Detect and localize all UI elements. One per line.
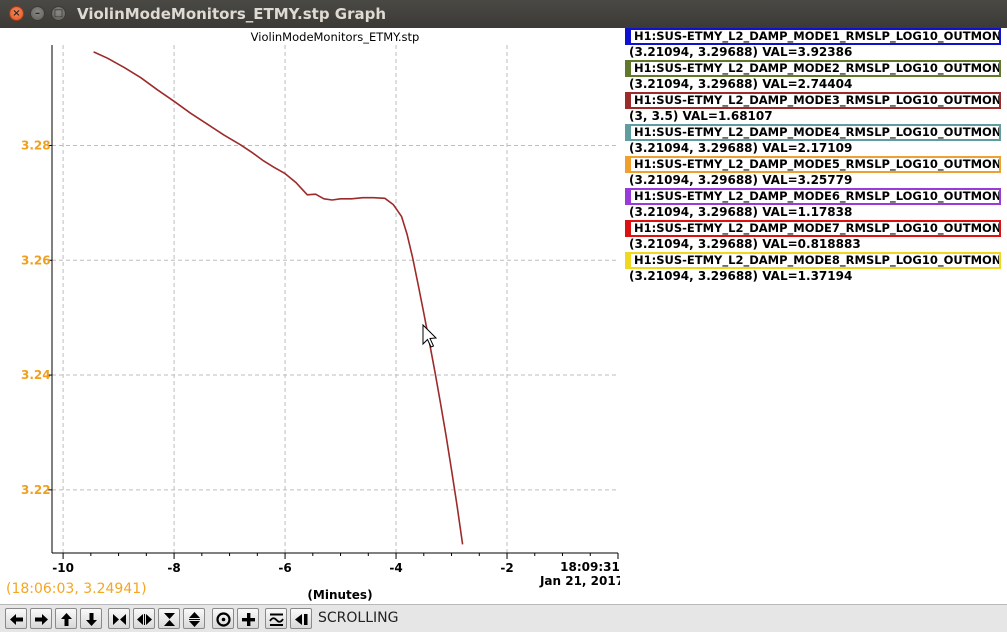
legend-channel-value: (3.21094, 3.29688) VAL=3.92386: [629, 45, 853, 59]
x-tick-label: -6: [278, 561, 291, 575]
legend-channel-name: H1:SUS-ETMY_L2_DAMP_MODE2_RMSLP_LOG10_OU…: [625, 60, 1001, 77]
legend-channel-value: (3.21094, 3.29688) VAL=1.17838: [629, 205, 853, 219]
y-tick-label: 3.28: [21, 138, 51, 152]
legend-channel-value: (3.21094, 3.29688) VAL=1.37194: [629, 269, 853, 283]
minimize-button[interactable]: –: [30, 6, 45, 21]
legend-channel-name: H1:SUS-ETMY_L2_DAMP_MODE1_RMSLP_LOG10_OU…: [625, 28, 1001, 45]
scroll-left-button[interactable]: [5, 608, 27, 629]
legend-channel-value: (3.21094, 3.29688) VAL=3.25779: [629, 173, 853, 187]
x-tick-label: -4: [389, 561, 402, 575]
end-date-label: Jan 21, 2017: [539, 574, 620, 588]
legend-channel-name: H1:SUS-ETMY_L2_DAMP_MODE6_RMSLP_LOG10_OU…: [625, 188, 1001, 205]
legend-channel-name: H1:SUS-ETMY_L2_DAMP_MODE3_RMSLP_LOG10_OU…: [625, 92, 1001, 109]
crosshair-icon: [242, 613, 255, 626]
legend-channel-name: H1:SUS-ETMY_L2_DAMP_MODE5_RMSLP_LOG10_OU…: [625, 156, 1001, 173]
minimize-icon: –: [35, 7, 40, 19]
legend-channel-value: (3, 3.5) VAL=1.68107: [629, 109, 773, 123]
cursor-readout: (18:06:03, 3.24941): [6, 581, 147, 597]
scroll-to-end-button[interactable]: [290, 608, 312, 629]
x-tick-label: -8: [167, 561, 180, 575]
x-axis-label: (Minutes): [307, 588, 372, 602]
legend-entry-mode1[interactable]: H1:SUS-ETMY_L2_DAMP_MODE1_RMSLP_LOG10_OU…: [625, 28, 1001, 60]
autoscale-icon: [269, 613, 284, 626]
window-title: ViolinModeMonitors_ETMY.stp Graph: [77, 5, 387, 23]
legend-entry-mode2[interactable]: H1:SUS-ETMY_L2_DAMP_MODE2_RMSLP_LOG10_OU…: [625, 60, 1001, 92]
y-tick-label: 3.24: [21, 368, 51, 382]
series-line-mode3: [93, 51, 464, 545]
scrolling-mode-label: SCROLLING: [318, 610, 399, 626]
strip-chart[interactable]: ViolinModeMonitors_ETMY.stp -10 -8 -6 -4 -2 3.…: [0, 28, 620, 604]
legend-entry-mode7[interactable]: H1:SUS-ETMY_L2_DAMP_MODE7_RMSLP_LOG10_OU…: [625, 220, 1001, 252]
legend-entry-mode3[interactable]: H1:SUS-ETMY_L2_DAMP_MODE3_RMSLP_LOG10_OU…: [625, 92, 1001, 124]
maximize-icon: □: [53, 7, 64, 19]
end-time-label: 18:09:31: [560, 560, 620, 574]
zoom-in-y-button[interactable]: [158, 608, 180, 629]
zoom-out-y-button[interactable]: [183, 608, 205, 629]
legend-entry-mode4[interactable]: H1:SUS-ETMY_L2_DAMP_MODE4_RMSLP_LOG10_OU…: [625, 124, 1001, 156]
legend-channel-name: H1:SUS-ETMY_L2_DAMP_MODE4_RMSLP_LOG10_OU…: [625, 124, 1001, 141]
zoom-in-x-button[interactable]: [108, 608, 130, 629]
legend-channel-value: (3.21094, 3.29688) VAL=2.74404: [629, 77, 853, 91]
x-tick-label: -10: [52, 561, 74, 575]
plot-area[interactable]: ViolinModeMonitors_ETMY.stp -10 -8 -6 -4 -2 3.…: [0, 28, 1007, 604]
y-tick-label: 3.22: [21, 483, 51, 497]
zoom-out-y-icon: [189, 612, 200, 627]
toolbar: SCROLLING: [0, 604, 1007, 632]
zoom-out-x-icon: [137, 614, 152, 625]
close-icon: ×: [12, 7, 21, 19]
legend-channel-value: (3.21094, 3.29688) VAL=2.17109: [629, 141, 853, 155]
zoom-in-x-icon: [113, 614, 126, 625]
autoscale-button[interactable]: [265, 608, 287, 629]
scroll-down-button[interactable]: [80, 608, 102, 629]
window-titlebar: × – □ ViolinModeMonitors_ETMY.stp Graph: [0, 0, 1007, 28]
scroll-up-icon: [61, 613, 72, 626]
close-button[interactable]: ×: [9, 6, 24, 21]
chart-title: ViolinModeMonitors_ETMY.stp: [251, 30, 420, 44]
scroll-right-icon: [35, 614, 48, 625]
legend-channel-name: H1:SUS-ETMY_L2_DAMP_MODE7_RMSLP_LOG10_OU…: [625, 220, 1001, 237]
legend-entry-mode8[interactable]: H1:SUS-ETMY_L2_DAMP_MODE8_RMSLP_LOG10_OU…: [625, 252, 1001, 284]
x-tick-label: -2: [500, 561, 513, 575]
legend-channel-value: (3.21094, 3.29688) VAL=0.818883: [629, 237, 861, 251]
reset-icon: [216, 612, 231, 627]
zoom-out-x-button[interactable]: [133, 608, 155, 629]
zoom-in-y-icon: [164, 613, 175, 626]
mouse-pointer-icon: [422, 323, 438, 348]
maximize-button[interactable]: □: [51, 6, 66, 21]
scroll-to-end-icon: [295, 614, 308, 625]
legend-channel-name: H1:SUS-ETMY_L2_DAMP_MODE8_RMSLP_LOG10_OU…: [625, 252, 1001, 269]
scroll-down-icon: [86, 613, 97, 626]
crosshair-button[interactable]: [237, 608, 259, 629]
reset-button[interactable]: [212, 608, 234, 629]
y-tick-label: 3.26: [21, 253, 51, 267]
scroll-left-icon: [10, 614, 23, 625]
scroll-up-button[interactable]: [55, 608, 77, 629]
legend-entry-mode6[interactable]: H1:SUS-ETMY_L2_DAMP_MODE6_RMSLP_LOG10_OU…: [625, 188, 1001, 220]
scroll-right-button[interactable]: [30, 608, 52, 629]
legend-entry-mode5[interactable]: H1:SUS-ETMY_L2_DAMP_MODE5_RMSLP_LOG10_OU…: [625, 156, 1001, 188]
